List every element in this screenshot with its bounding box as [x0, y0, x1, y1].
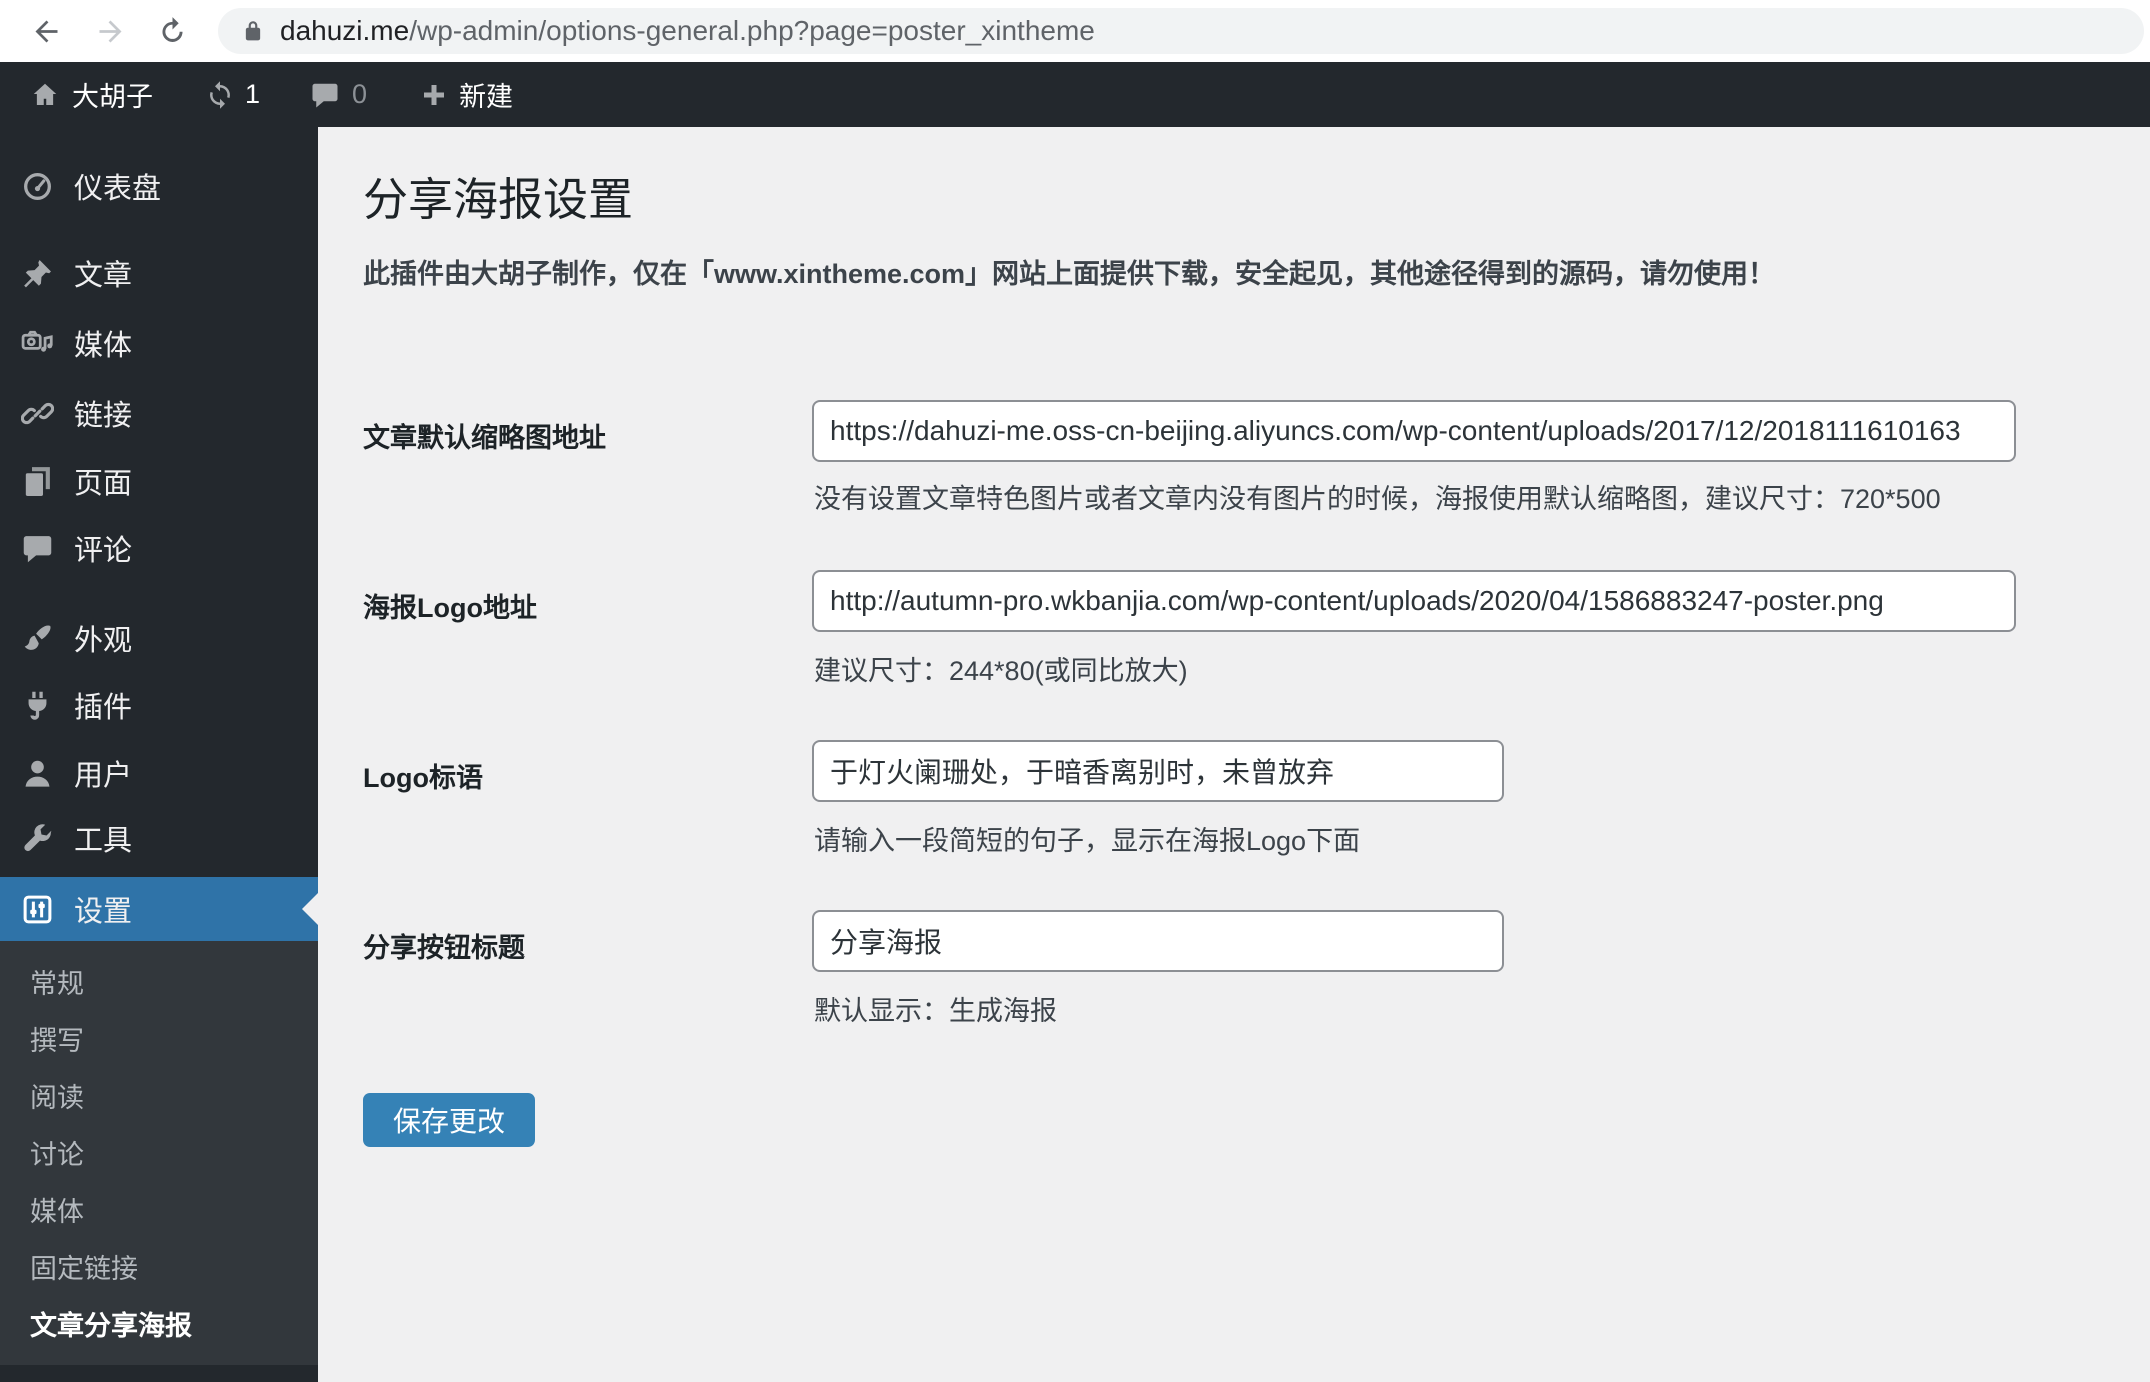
sidebar-item-comments[interactable]: 评论 [0, 516, 318, 580]
submenu-item-share-poster[interactable]: 文章分享海报 [30, 1295, 192, 1352]
sidebar-item-pages[interactable]: 页面 [0, 449, 318, 513]
new-label: 新建 [459, 82, 514, 112]
sidebar-item-label: 评论 [74, 535, 133, 567]
submenu-item-writing[interactable]: 撰写 [30, 1010, 84, 1067]
admin-bar-updates[interactable]: 1 [205, 62, 260, 127]
sidebar-item-label: 链接 [74, 400, 133, 432]
submenu-item-permalinks[interactable]: 固定链接 [30, 1238, 138, 1295]
browser-back-button[interactable] [26, 11, 66, 51]
comment-icon [312, 83, 338, 107]
admin-bar-new[interactable]: 新建 [419, 62, 513, 127]
update-icon [210, 80, 230, 109]
sidebar-item-label: 用户 [74, 760, 133, 792]
submenu-item-media[interactable]: 媒体 [30, 1181, 84, 1238]
link-icon [21, 402, 54, 424]
logo-slogan-input[interactable] [812, 740, 1504, 802]
url-text: dahuzi.me/wp-admin/options-general.php?p… [280, 15, 1095, 47]
back-arrow-icon [35, 20, 57, 42]
submenu-item-discussion[interactable]: 讨论 [30, 1124, 84, 1181]
url-host: dahuzi.me [280, 15, 410, 46]
sidebar-item-appearance[interactable]: 外观 [0, 606, 318, 670]
admin-bar-site[interactable]: 大胡子 [30, 62, 153, 127]
plugin-notice: 此插件由大胡子制作，仅在「www.xintheme.com」网站上面提供下载，安… [363, 259, 1776, 289]
comment-icon [23, 535, 52, 562]
sidebar-item-label: 插件 [74, 692, 133, 724]
submenu-item-reading[interactable]: 阅读 [30, 1067, 84, 1124]
field-label-poster-logo: 海报Logo地址 [363, 593, 537, 623]
sidebar-item-label: 工具 [74, 825, 133, 857]
share-button-title-input[interactable] [812, 910, 1504, 972]
user-icon [25, 760, 50, 787]
browser-reload-button[interactable] [152, 11, 192, 51]
settings-submenu: 常规 撰写 阅读 讨论 媒体 固定链接 文章分享海报 [0, 941, 318, 1365]
field-helper-default-thumbnail: 没有设置文章特色图片或者文章内没有图片的时候，海报使用默认缩略图，建议尺寸：72… [814, 484, 1941, 514]
sidebar-item-posts[interactable]: 文章 [0, 241, 318, 305]
site-name: 大胡子 [72, 82, 153, 112]
sidebar-item-tools[interactable]: 工具 [0, 806, 318, 870]
field-helper-logo-slogan: 请输入一段简短的句子，显示在海报Logo下面 [814, 826, 1361, 856]
main-content: 分享海报设置 此插件由大胡子制作，仅在「www.xintheme.com」网站上… [318, 127, 2150, 1382]
media-icon [21, 330, 53, 352]
sidebar-item-media[interactable]: 媒体 [0, 311, 318, 375]
browser-toolbar: dahuzi.me/wp-admin/options-general.php?p… [0, 0, 2150, 62]
active-menu-arrow [302, 893, 318, 925]
default-thumbnail-url-input[interactable] [812, 400, 2016, 462]
sliders-icon [23, 895, 52, 923]
sidebar-item-label: 外观 [74, 625, 133, 657]
dashboard-icon [24, 172, 51, 200]
wp-admin-menu: 仪表盘 文章 媒体 链接 页面 评论 外观 插件 用户 工具 设置 常规 撰写 … [0, 127, 318, 1382]
field-helper-share-button-title: 默认显示：生成海报 [814, 996, 1057, 1026]
sidebar-item-label: 文章 [74, 260, 133, 292]
sidebar-item-links[interactable]: 链接 [0, 381, 318, 445]
home-icon [33, 83, 57, 105]
field-label-share-button-title: 分享按钮标题 [363, 933, 525, 963]
page-title: 分享海报设置 [363, 174, 634, 225]
brush-icon [24, 624, 51, 650]
address-bar[interactable]: dahuzi.me/wp-admin/options-general.php?p… [218, 8, 2144, 54]
pushpin-icon [24, 259, 51, 287]
plug-icon [28, 691, 47, 720]
sidebar-item-label: 媒体 [74, 330, 133, 362]
forward-arrow-icon [99, 20, 121, 42]
admin-bar-comments[interactable]: 0 [310, 62, 367, 127]
browser-forward-button[interactable] [90, 11, 130, 51]
sidebar-item-plugins[interactable]: 插件 [0, 673, 318, 737]
sidebar-item-dashboard[interactable]: 仪表盘 [0, 154, 318, 218]
plus-icon [424, 84, 445, 105]
comment-count: 0 [352, 79, 368, 109]
lock-icon [245, 21, 261, 41]
save-changes-button[interactable]: 保存更改 [363, 1093, 536, 1147]
sidebar-item-settings[interactable]: 设置 [0, 877, 318, 941]
submenu-item-general[interactable]: 常规 [30, 953, 84, 1010]
sidebar-item-users[interactable]: 用户 [0, 741, 318, 805]
field-label-logo-slogan: Logo标语 [363, 763, 483, 793]
field-helper-poster-logo: 建议尺寸：244*80(或同比放大) [814, 656, 1188, 686]
wp-admin-bar: 大胡子 1 0 新建 [0, 62, 2150, 127]
poster-logo-url-input[interactable] [812, 570, 2016, 632]
url-path: /wp-admin/options-general.php?page=poste… [409, 15, 1095, 46]
field-label-default-thumbnail: 文章默认缩略图地址 [363, 423, 606, 453]
sidebar-item-label: 设置 [74, 896, 133, 928]
update-count: 1 [245, 79, 261, 109]
sidebar-item-label: 仪表盘 [74, 173, 162, 205]
wrench-icon [24, 823, 52, 851]
screen: dahuzi.me/wp-admin/options-general.php?p… [0, 0, 2150, 1382]
pages-icon [25, 466, 50, 496]
reload-icon [161, 16, 183, 42]
sidebar-item-label: 页面 [74, 468, 133, 500]
